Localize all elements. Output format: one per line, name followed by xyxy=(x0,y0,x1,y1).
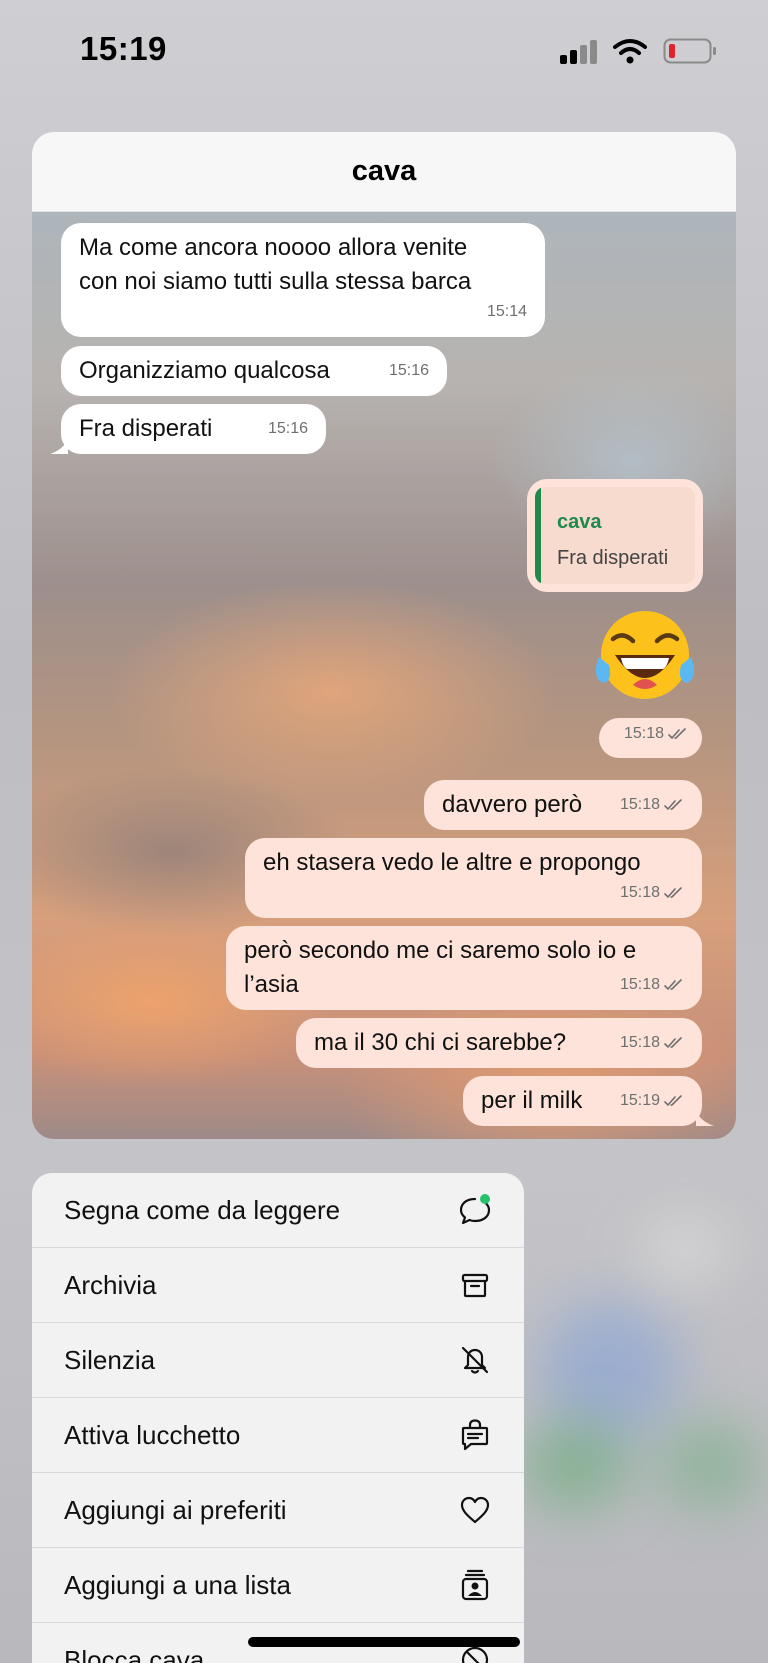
menu-item-add-favorites[interactable]: Aggiungi ai preferiti xyxy=(32,1473,524,1548)
quoted-sender: cava xyxy=(557,511,602,533)
message-time: 15:19 xyxy=(620,1084,684,1118)
message-bubble-incoming[interactable]: Organizziamo qualcosa 15:16 xyxy=(61,346,447,396)
chat-preview[interactable]: cava Ma come ancora noooo allora venite … xyxy=(32,132,736,1139)
read-receipt-icon xyxy=(664,887,682,899)
quote-accent-bar xyxy=(535,487,541,584)
list-contact-icon xyxy=(458,1568,492,1602)
message-text: Fra disperati xyxy=(79,415,213,442)
bell-slash-icon xyxy=(458,1343,492,1377)
read-receipt-icon xyxy=(664,979,682,991)
message-time: 15:18 xyxy=(620,1026,684,1060)
read-receipt-icon xyxy=(668,728,686,740)
chat-lock-icon xyxy=(458,1418,492,1452)
read-receipt-icon xyxy=(664,1037,682,1049)
heart-icon xyxy=(458,1493,492,1527)
archive-icon xyxy=(458,1268,492,1302)
menu-item-label: Blocca cava xyxy=(64,1644,205,1663)
message-text: Organizziamo qualcosa xyxy=(79,357,330,384)
wifi-icon xyxy=(613,37,647,65)
menu-item-chat-lock[interactable]: Attiva lucchetto xyxy=(32,1398,524,1473)
bubble-tail xyxy=(50,440,68,454)
status-time: 15:19 xyxy=(80,30,167,67)
message-bubble-outgoing[interactable]: però secondo me ci saremo solo io e l’as… xyxy=(226,926,702,1010)
menu-item-label: Aggiungi a una lista xyxy=(64,1569,291,1600)
menu-item-label: Silenzia xyxy=(64,1344,156,1375)
quoted-text: Fra disperati xyxy=(557,547,669,569)
message-time: 15:16 xyxy=(267,420,308,437)
message-text: eh stasera vedo le altre e propongo xyxy=(263,849,641,876)
quoted-message[interactable]: cava Fra disperati xyxy=(535,487,695,584)
chat-header: cava xyxy=(32,132,736,212)
message-text: per il milk xyxy=(481,1087,583,1114)
menu-item-label: Segna come da leggere xyxy=(64,1194,341,1225)
battery-icon xyxy=(663,38,717,64)
message-text: ma il 30 chi ci sarebbe? xyxy=(314,1029,567,1056)
message-time: 15:18 xyxy=(620,788,684,822)
menu-item-mute[interactable]: Silenzia xyxy=(32,1323,524,1398)
message-time: 15:16 xyxy=(388,362,429,379)
menu-item-label: Archivia xyxy=(64,1269,157,1300)
home-indicator[interactable] xyxy=(248,1637,520,1647)
read-receipt-icon xyxy=(664,799,682,811)
message-bubble-outgoing[interactable]: eh stasera vedo le altre e propongo 15:1… xyxy=(245,838,702,918)
message-bubble-incoming[interactable]: Fra disperati 15:16 xyxy=(61,404,326,454)
menu-item-label: Attiva lucchetto xyxy=(64,1419,241,1450)
chat-unread-icon xyxy=(458,1193,492,1227)
message-time: 15:18 xyxy=(620,876,684,910)
message-bubble-outgoing[interactable]: 15:18 xyxy=(599,718,702,758)
cellular-signal-icon xyxy=(560,40,600,64)
message-time: 15:18 xyxy=(620,968,684,1002)
message-text: però secondo me ci saremo solo io e l’as… xyxy=(244,937,637,998)
message-bubble-outgoing[interactable]: davvero però 15:18 xyxy=(424,780,702,830)
message-bubble-incoming[interactable]: Ma come ancora noooo allora venite con n… xyxy=(61,223,545,337)
message-bubble-outgoing[interactable]: ma il 30 chi ci sarebbe? 15:18 xyxy=(296,1018,702,1068)
message-time: 15:14 xyxy=(486,303,527,320)
menu-item-archive[interactable]: Archivia xyxy=(32,1248,524,1323)
menu-item-mark-unread[interactable]: Segna come da leggere xyxy=(32,1173,524,1248)
reply-message-bubble[interactable]: cava Fra disperati xyxy=(527,479,703,592)
chat-title: cava xyxy=(351,155,417,187)
message-bubble-outgoing[interactable]: per il milk 15:19 xyxy=(463,1076,702,1126)
status-bar: 15:19 xyxy=(0,0,768,100)
laughing-emoji xyxy=(593,605,697,709)
menu-item-add-to-list[interactable]: Aggiungi a una lista xyxy=(32,1548,524,1623)
read-receipt-icon xyxy=(664,1095,682,1107)
message-time: 15:18 xyxy=(624,717,688,751)
menu-item-label: Aggiungi ai preferiti xyxy=(64,1494,287,1525)
bubble-tail xyxy=(696,1112,714,1126)
context-menu: Segna come da leggere Archivia Silenzia xyxy=(32,1173,524,1663)
message-text: davvero però xyxy=(442,791,583,818)
message-text: Ma come ancora noooo allora venite con n… xyxy=(79,234,472,295)
